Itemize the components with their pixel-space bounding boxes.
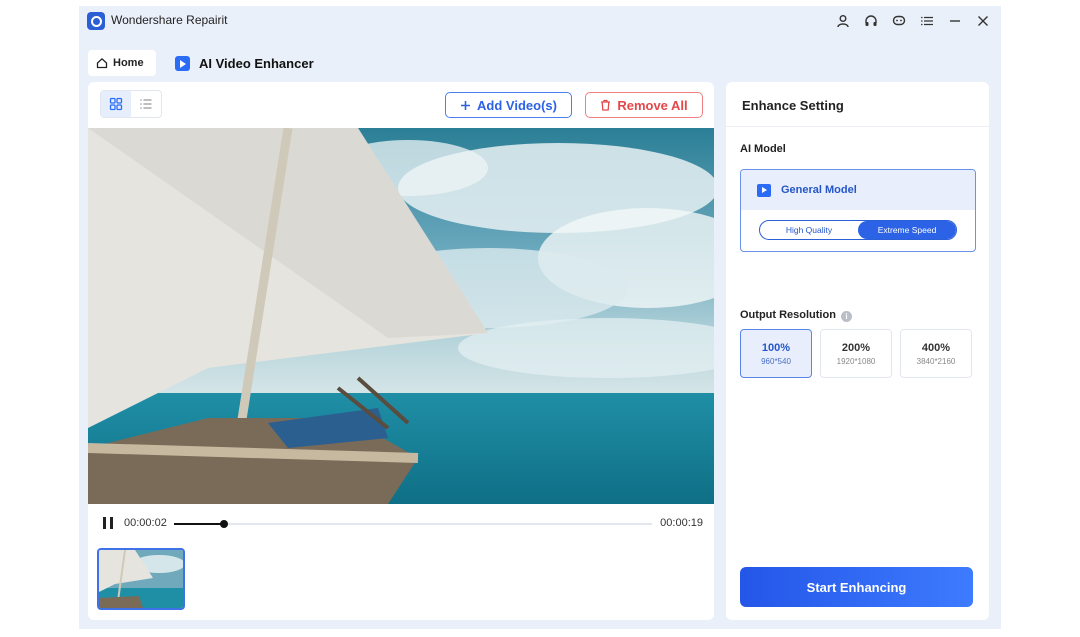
resolution-400[interactable]: 400% 3840*2160 [900,329,972,378]
ai-model-label: AI Model [740,143,786,155]
video-thumbnail[interactable] [97,548,185,610]
home-tab[interactable]: Home [88,50,156,76]
video-preview[interactable] [88,128,714,504]
app-title: Wondershare Repairit [111,13,228,27]
add-video-label: Add Video(s) [477,97,557,113]
app-logo-icon [87,12,105,30]
resolution-200[interactable]: 200% 1920*1080 [820,329,892,378]
list-view-icon[interactable] [131,91,161,117]
model-name: General Model [781,184,857,196]
mode-toggle: High Quality Extreme Speed [759,220,957,240]
start-enhancing-button[interactable]: Start Enhancing [740,567,973,607]
current-page-title: AI Video Enhancer [199,55,314,71]
resolution-options: 100% 960*540 200% 1920*1080 400% 3840*21… [740,329,972,378]
model-header: General Model [741,170,975,210]
view-toggle [100,90,162,118]
menu-icon[interactable] [915,10,939,32]
model-card[interactable]: General Model High Quality Extreme Speed [740,169,976,252]
chat-icon[interactable] [887,10,911,32]
resolution-pct: 100% [761,341,791,354]
resolution-dim: 960*540 [761,356,791,366]
settings-divider [726,126,989,127]
resolution-100[interactable]: 100% 960*540 [740,329,812,378]
model-icon [757,183,771,197]
video-panel: Add Video(s) Remove All 00:00:02 00:00:1… [88,82,714,620]
plus-icon [461,100,471,110]
minimize-icon[interactable] [943,10,967,32]
resolution-dim: 3840*2160 [916,356,956,366]
add-video-button[interactable]: Add Video(s) [445,92,572,118]
progress-fill [174,523,225,525]
output-resolution-heading: Output Resolution i [740,309,852,322]
home-icon [96,58,108,69]
progress-track[interactable] [174,520,652,528]
ai-video-enhancer-tab[interactable]: AI Video Enhancer [175,50,314,76]
grid-view-icon[interactable] [101,91,131,117]
player-controls: 00:00:02 00:00:19 [100,514,703,534]
trash-icon [601,99,611,111]
remove-all-label: Remove All [617,97,688,113]
progress-handle[interactable] [220,520,229,528]
remove-all-button[interactable]: Remove All [585,92,703,118]
video-enhancer-icon [175,55,190,71]
output-resolution-label: Output Resolution [740,309,836,321]
info-icon[interactable]: i [840,311,852,322]
resolution-dim: 1920*1080 [836,356,876,366]
window-controls [831,10,995,32]
resolution-pct: 200% [841,341,871,354]
settings-title: Enhance Setting [742,98,844,113]
headset-icon[interactable] [859,10,883,32]
resolution-pct: 400% [921,341,951,354]
title-bar: Wondershare Repairit [79,6,1001,36]
close-icon[interactable] [971,10,995,32]
current-time: 00:00:02 [124,517,167,529]
home-tab-label: Home [113,57,144,69]
total-time: 00:00:19 [660,517,703,529]
app-window: Wondershare Repairit Home AI Video Enhan… [79,6,1001,629]
mode-extreme-speed[interactable]: Extreme Speed [858,221,956,239]
settings-panel: Enhance Setting AI Model General Model H… [726,82,989,620]
mode-high-quality[interactable]: High Quality [760,221,858,239]
pause-icon[interactable] [103,517,113,529]
user-icon[interactable] [831,10,855,32]
